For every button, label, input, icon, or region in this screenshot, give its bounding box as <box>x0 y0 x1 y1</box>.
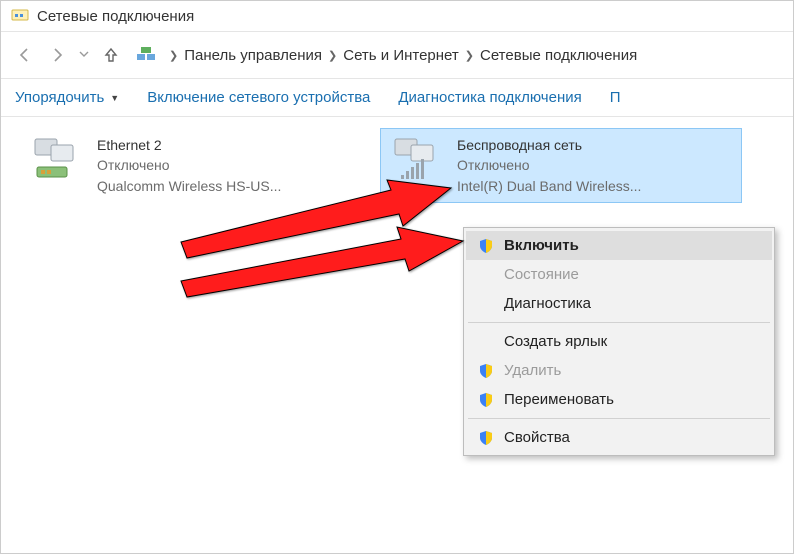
breadcrumb-network-connections[interactable]: Сетевые подключения <box>480 47 637 64</box>
menu-enable[interactable]: Включить <box>466 231 772 260</box>
organize-label: Упорядочить <box>15 89 104 106</box>
menu-properties[interactable]: Свойства <box>466 423 772 452</box>
control-panel-icon <box>135 44 157 66</box>
breadcrumb[interactable]: ❯ Панель управления ❯ Сеть и Интернет ❯ … <box>135 44 637 66</box>
nav-recent-caret-icon[interactable] <box>79 46 89 64</box>
menu-diagnose-label: Диагностика <box>504 295 591 312</box>
annotation-arrow <box>181 221 471 306</box>
chevron-right-icon[interactable]: ❯ <box>328 49 337 62</box>
enable-device-button[interactable]: Включение сетевого устройства <box>147 89 370 106</box>
organize-button[interactable]: Упорядочить ▼ <box>15 89 119 106</box>
menu-delete: Удалить <box>466 356 772 385</box>
shield-icon <box>478 430 494 446</box>
shield-icon <box>478 238 494 254</box>
menu-rename[interactable]: Переименовать <box>466 385 772 414</box>
adapter-status: Отключено <box>97 155 281 175</box>
adapter-name: Ethernet 2 <box>97 135 281 155</box>
wireless-adapter-icon <box>391 135 447 183</box>
diagnose-connection-button[interactable]: Диагностика подключения <box>398 89 581 106</box>
adapter-wireless[interactable]: Беспроводная сеть Отключено Intel(R) Dua… <box>381 129 741 202</box>
navbar: ❯ Панель управления ❯ Сеть и Интернет ❯ … <box>1 31 793 79</box>
toolbar: Упорядочить ▼ Включение сетевого устройс… <box>1 79 793 117</box>
caret-down-icon: ▼ <box>110 93 119 103</box>
adapter-hardware: Qualcomm Wireless HS-US... <box>97 176 281 196</box>
adapter-status: Отключено <box>457 155 641 175</box>
menu-separator <box>468 322 770 323</box>
menu-create-shortcut[interactable]: Создать ярлык <box>466 327 772 356</box>
chevron-right-icon[interactable]: ❯ <box>169 49 178 62</box>
menu-separator <box>468 418 770 419</box>
window-title: Сетевые подключения <box>37 8 194 25</box>
ethernet-adapter-icon <box>31 135 87 183</box>
nav-forward-icon[interactable] <box>45 43 69 67</box>
context-menu: Включить Состояние Диагностика Создать я… <box>463 227 775 456</box>
menu-enable-label: Включить <box>504 237 579 254</box>
menu-delete-label: Удалить <box>504 362 561 379</box>
breadcrumb-control-panel[interactable]: Панель управления <box>184 47 322 64</box>
menu-status-label: Состояние <box>504 266 579 283</box>
shield-icon <box>478 363 494 379</box>
shield-icon <box>478 392 494 408</box>
content-area: Ethernet 2 Отключено Qualcomm Wireless H… <box>1 117 793 214</box>
chevron-right-icon[interactable]: ❯ <box>465 49 474 62</box>
nav-back-icon[interactable] <box>13 43 37 67</box>
titlebar: Сетевые подключения <box>1 1 793 31</box>
breadcrumb-network-internet[interactable]: Сеть и Интернет <box>343 47 459 64</box>
adapter-hardware: Intel(R) Dual Band Wireless... <box>457 176 641 196</box>
toolbar-more[interactable]: П <box>610 89 621 106</box>
menu-status: Состояние <box>466 260 772 289</box>
adapter-ethernet[interactable]: Ethernet 2 Отключено Qualcomm Wireless H… <box>21 129 381 202</box>
nav-up-icon[interactable] <box>99 43 123 67</box>
network-connections-icon <box>11 7 29 25</box>
menu-properties-label: Свойства <box>504 429 570 446</box>
menu-rename-label: Переименовать <box>504 391 614 408</box>
menu-diagnose[interactable]: Диагностика <box>466 289 772 318</box>
adapter-name: Беспроводная сеть <box>457 135 641 155</box>
menu-shortcut-label: Создать ярлык <box>504 333 607 350</box>
